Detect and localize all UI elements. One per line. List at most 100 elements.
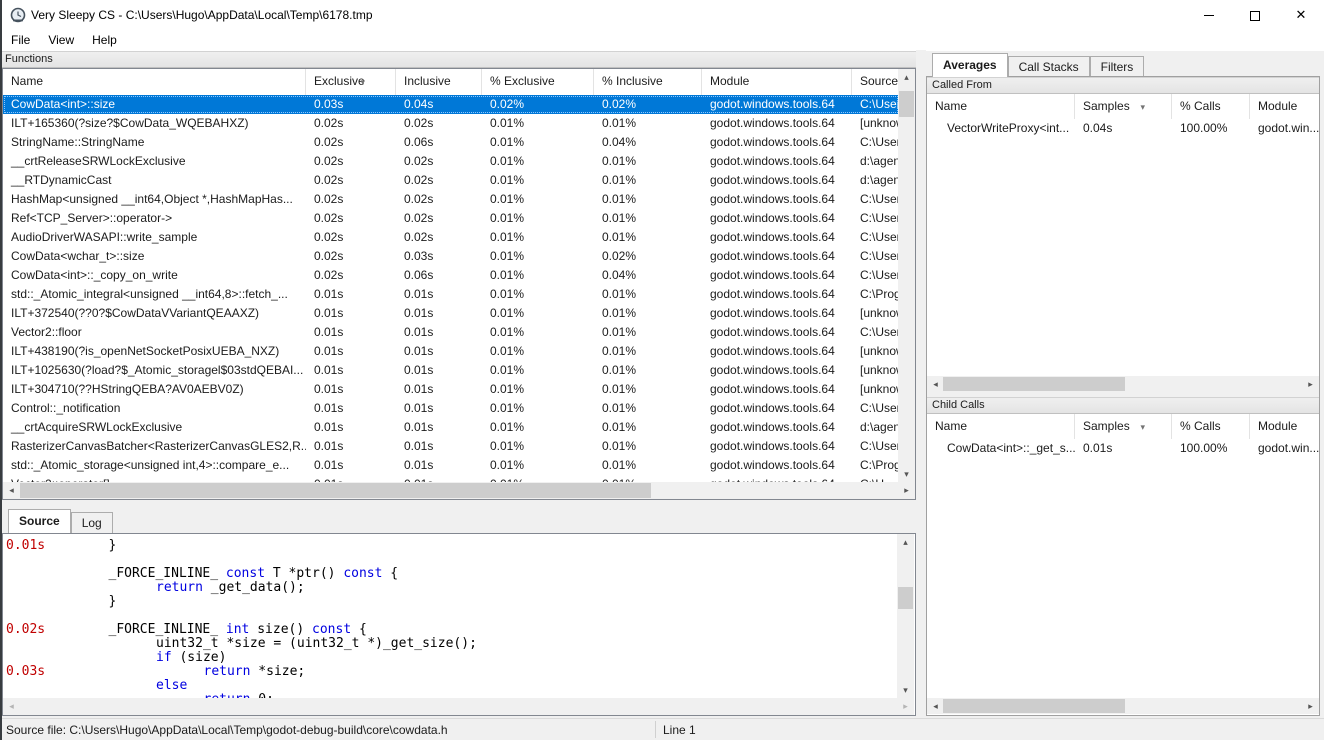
tab-filters[interactable]: Filters [1090,56,1145,77]
column-header-exclusive[interactable]: Exclusive▾ [306,69,396,95]
tab-call-stacks[interactable]: Call Stacks [1008,56,1090,77]
scroll-thumb[interactable] [898,587,913,609]
column-header-inclusive[interactable]: % Inclusive [594,69,702,95]
table-row[interactable]: ILT+165360(?size?$CowData_WQEBAHXZ)0.02s… [3,114,899,133]
window-left-border [0,0,2,740]
table-row[interactable]: CowData<int>::_get_s...0.01s100.00%godot… [927,439,1320,458]
table-row[interactable]: Vector2::operator[]0.01s0.01s0.01%0.01%g… [3,475,899,482]
module-cell: godot.windows.tools.64 [702,437,852,456]
source-line: if (size) [3,651,898,665]
column-header-module[interactable]: Module [702,69,852,95]
inclusive-cell: 0.06s [396,266,482,285]
column-header-name[interactable]: Name [927,94,1075,119]
maximize-button[interactable] [1232,0,1278,30]
source-view: 0.01s}_FORCE_INLINE_ const T *ptr() cons… [2,533,916,716]
called-from-h-scrollbar[interactable]: ◂ ▸ [927,376,1319,392]
menu-item-file[interactable]: File [2,30,39,50]
scroll-left-icon[interactable]: ◂ [3,482,20,498]
menu-item-help[interactable]: Help [83,30,126,50]
table-row[interactable]: AudioDriverWASAPI::write_sample0.02s0.02… [3,228,899,247]
table-row[interactable]: StringName::StringName0.02s0.06s0.01%0.0… [3,133,899,152]
table-row[interactable]: std::_Atomic_integral<unsigned __int64,8… [3,285,899,304]
scroll-thumb[interactable] [943,699,1125,713]
scroll-right-icon[interactable]: ▸ [1302,376,1319,392]
column-header-name[interactable]: Name [3,69,306,95]
title-bar[interactable]: Very Sleepy CS - C:\Users\Hugo\AppData\L… [0,0,1324,30]
table-row[interactable]: __RTDynamicCast0.02s0.02s0.01%0.01%godot… [3,171,899,190]
source-line: else [3,679,898,693]
scroll-thumb[interactable] [899,91,914,117]
exclusive-cell: 0.03s [306,95,396,114]
exclusive-cell: 0.02s [306,152,396,171]
functions-h-scrollbar[interactable]: ◂ ▸ [3,482,915,499]
column-header-exclusive[interactable]: % Exclusive [482,69,594,95]
table-row[interactable]: Vector2::floor0.01s0.01s0.01%0.01%godot.… [3,323,899,342]
scroll-thumb[interactable] [20,483,651,498]
table-row[interactable]: Control::_notification0.01s0.01s0.01%0.0… [3,399,899,418]
menu-item-view[interactable]: View [39,30,83,50]
scroll-right-icon[interactable]: ▸ [1302,698,1319,714]
source-cell: d:\agen [852,171,899,190]
column-header-inclusive[interactable]: Inclusive [396,69,482,95]
column-header-samples[interactable]: Samples▾ [1075,414,1172,439]
scroll-thumb[interactable] [943,377,1125,391]
exclusive-cell: 0.01s [306,323,396,342]
column-header-samples[interactable]: Samples▾ [1075,94,1172,119]
column-header-module[interactable]: Module [1250,414,1320,439]
tab-averages[interactable]: Averages [932,53,1008,77]
name-cell: HashMap<unsigned __int64,Object *,HashMa… [3,190,306,209]
functions-table-body: CowData<int>::size0.03s0.04s0.02%0.02%go… [3,95,899,482]
source-h-scrollbar[interactable]: ◂ ▸ [3,698,914,715]
column-header-name[interactable]: Name [927,414,1075,439]
horizontal-splitter[interactable] [0,500,918,510]
table-row[interactable]: std::_Atomic_storage<unsigned int,4>::co… [3,456,899,475]
scroll-left-icon[interactable]: ◂ [927,376,944,392]
table-row[interactable]: CowData<wchar_t>::size0.02s0.03s0.01%0.0… [3,247,899,266]
table-row[interactable]: VectorWriteProxy<int...0.04s100.00%godot… [927,119,1320,138]
table-row[interactable]: __crtAcquireSRWLockExclusive0.01s0.01s0.… [3,418,899,437]
scroll-up-icon[interactable]: ▴ [898,69,915,85]
pct-inclusive-cell: 0.01% [594,190,702,209]
child-calls-h-scrollbar[interactable]: ◂ ▸ [927,698,1319,714]
functions-v-scrollbar[interactable]: ▴ ▾ [898,69,915,482]
pct-exclusive-cell: 0.01% [482,361,594,380]
name-cell: VectorWriteProxy<int... [927,119,1075,138]
table-row[interactable]: Ref<TCP_Server>::operator->0.02s0.02s0.0… [3,209,899,228]
table-row[interactable]: __crtReleaseSRWLockExclusive0.02s0.02s0.… [3,152,899,171]
app-window: Very Sleepy CS - C:\Users\Hugo\AppData\L… [0,0,1324,740]
name-cell: CowData<wchar_t>::size [3,247,306,266]
inclusive-cell: 0.01s [396,304,482,323]
table-row[interactable]: ILT+372540(??0?$CowDataVVariantQEAAXZ)0.… [3,304,899,323]
vertical-splitter[interactable] [916,50,926,718]
table-row[interactable]: CowData<int>::_copy_on_write0.02s0.06s0.… [3,266,899,285]
tab-log[interactable]: Log [71,512,113,533]
source-v-scrollbar[interactable]: ▴ ▾ [897,534,914,698]
pct-exclusive-cell: 0.01% [482,152,594,171]
scroll-down-icon[interactable]: ▾ [898,466,915,482]
inclusive-cell: 0.02s [396,152,482,171]
column-header-module[interactable]: Module [1250,94,1320,119]
table-row[interactable]: ILT+1025630(?load?$_Atomic_storagel$03st… [3,361,899,380]
minimize-button[interactable] [1186,0,1232,30]
source-cell: C:\Prog [852,285,899,304]
module-cell: godot.windows.tools.64 [702,304,852,323]
inclusive-cell: 0.01s [396,437,482,456]
module-cell: godot.windows.tools.64 [702,361,852,380]
column-header-calls[interactable]: % Calls [1172,414,1250,439]
pct-exclusive-cell: 0.01% [482,247,594,266]
inclusive-cell: 0.06s [396,133,482,152]
table-row[interactable]: HashMap<unsigned __int64,Object *,HashMa… [3,190,899,209]
scroll-up-icon[interactable]: ▴ [897,534,914,550]
scroll-left-icon[interactable]: ◂ [927,698,944,714]
close-button[interactable]: ✕ [1278,0,1324,30]
scroll-right-icon[interactable]: ▸ [898,482,915,498]
tab-source[interactable]: Source [8,509,71,533]
table-row[interactable]: RasterizerCanvasBatcher<RasterizerCanvas… [3,437,899,456]
table-row[interactable]: ILT+438190(?is_openNetSocketPosixUEBA_NX… [3,342,899,361]
column-header-source[interactable]: Source [852,69,900,95]
module-cell: godot.windows.tools.64 [702,418,852,437]
table-row[interactable]: ILT+304710(??HStringQEBA?AV0AEBV0Z)0.01s… [3,380,899,399]
column-header-calls[interactable]: % Calls [1172,94,1250,119]
scroll-down-icon[interactable]: ▾ [897,682,914,698]
table-row[interactable]: CowData<int>::size0.03s0.04s0.02%0.02%go… [3,95,899,114]
